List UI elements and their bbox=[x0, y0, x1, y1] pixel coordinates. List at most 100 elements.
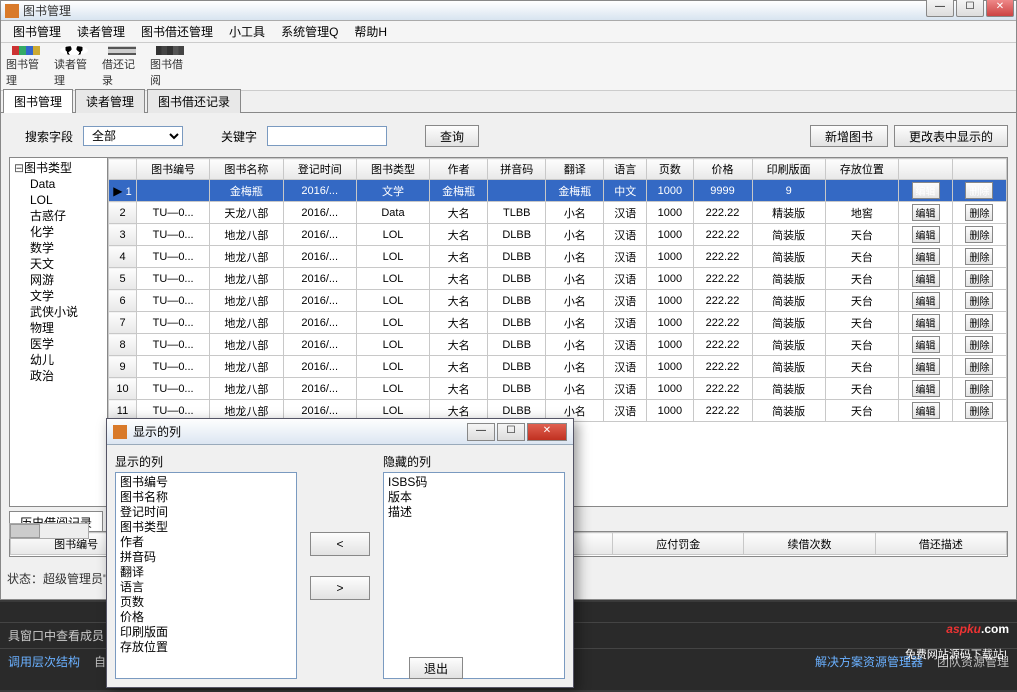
main-tab[interactable]: 图书借还记录 bbox=[147, 89, 241, 113]
edit-button[interactable]: 编辑 bbox=[912, 226, 940, 243]
menu-item[interactable]: 帮助H bbox=[346, 21, 395, 42]
delete-button[interactable]: 删除 bbox=[965, 402, 993, 419]
grid-header[interactable]: 图书编号 bbox=[137, 159, 210, 180]
tree-node[interactable]: 物理 bbox=[30, 320, 105, 336]
edit-button[interactable]: 编辑 bbox=[912, 336, 940, 353]
table-row[interactable]: ▶ 1金梅瓶2016/...文学金梅瓶金梅瓶中文100099999编辑删除 bbox=[109, 180, 1007, 202]
tree-node[interactable]: 政治 bbox=[30, 368, 105, 384]
tree-node[interactable]: 天文 bbox=[30, 256, 105, 272]
delete-button[interactable]: 删除 bbox=[965, 336, 993, 353]
delete-button[interactable]: 删除 bbox=[965, 314, 993, 331]
edit-button[interactable]: 编辑 bbox=[912, 270, 940, 287]
grid-header[interactable]: 图书类型 bbox=[356, 159, 429, 180]
table-row[interactable]: 9TU—0...地龙八部2016/...LOL大名DLBB小名汉语1000222… bbox=[109, 356, 1007, 378]
toolbar-button[interactable]: 图书管理 bbox=[5, 45, 47, 89]
list-item[interactable]: 价格 bbox=[118, 610, 294, 625]
table-row[interactable]: 7TU—0...地龙八部2016/...LOL大名DLBB小名汉语1000222… bbox=[109, 312, 1007, 334]
menu-item[interactable]: 图书管理 bbox=[5, 21, 69, 42]
minimize-button[interactable]: — bbox=[926, 0, 954, 17]
edit-button[interactable]: 编辑 bbox=[912, 380, 940, 397]
grid-header[interactable]: 作者 bbox=[430, 159, 488, 180]
list-item[interactable]: 作者 bbox=[118, 535, 294, 550]
tree-node[interactable]: 武侠小说 bbox=[30, 304, 105, 320]
tree-node[interactable]: 网游 bbox=[30, 272, 105, 288]
edit-button[interactable]: 编辑 bbox=[912, 402, 940, 419]
table-row[interactable]: 2TU—0...天龙八部2016/...Data大名TLBB小名汉语100022… bbox=[109, 202, 1007, 224]
dialog-minimize-button[interactable]: — bbox=[467, 423, 495, 441]
edit-button[interactable]: 编辑 bbox=[912, 204, 940, 221]
list-item[interactable]: 图书名称 bbox=[118, 490, 294, 505]
table-row[interactable]: 8TU—0...地龙八部2016/...LOL大名DLBB小名汉语1000222… bbox=[109, 334, 1007, 356]
grid-header[interactable]: 翻译 bbox=[546, 159, 604, 180]
history-header[interactable]: 应付罚金 bbox=[613, 533, 744, 555]
list-item[interactable]: 图书编号 bbox=[118, 475, 294, 490]
list-item[interactable]: ISBS码 bbox=[386, 475, 562, 490]
edit-button[interactable]: 编辑 bbox=[912, 358, 940, 375]
close-button[interactable]: ✕ bbox=[986, 0, 1014, 17]
grid-header[interactable]: 印刷版面 bbox=[752, 159, 825, 180]
toolbar-button[interactable]: 图书借阅 bbox=[149, 45, 191, 89]
maximize-button[interactable]: ☐ bbox=[956, 0, 984, 17]
category-tree[interactable]: ⊟图书类型 DataLOL古惑仔化学数学天文网游文学武侠小说物理医学幼儿政治 bbox=[10, 158, 108, 506]
tree-node[interactable]: 数学 bbox=[30, 240, 105, 256]
tree-node[interactable]: 文学 bbox=[30, 288, 105, 304]
list-item[interactable]: 拼音码 bbox=[118, 550, 294, 565]
table-row[interactable]: 6TU—0...地龙八部2016/...LOL大名DLBB小名汉语1000222… bbox=[109, 290, 1007, 312]
table-row[interactable]: 5TU—0...地龙八部2016/...LOL大名DLBB小名汉语1000222… bbox=[109, 268, 1007, 290]
change-columns-button[interactable]: 更改表中显示的 bbox=[894, 125, 1008, 147]
shown-columns-list[interactable]: 图书编号图书名称登记时间图书类型作者拼音码翻译语言页数价格印刷版面存放位置 bbox=[115, 472, 297, 679]
table-row[interactable]: 3TU—0...地龙八部2016/...LOL大名DLBB小名汉语1000222… bbox=[109, 224, 1007, 246]
grid-header[interactable]: 页数 bbox=[647, 159, 693, 180]
list-item[interactable]: 页数 bbox=[118, 595, 294, 610]
list-item[interactable]: 版本 bbox=[386, 490, 562, 505]
table-row[interactable]: 4TU—0...地龙八部2016/...LOL大名DLBB小名汉语1000222… bbox=[109, 246, 1007, 268]
list-item[interactable]: 翻译 bbox=[118, 565, 294, 580]
list-item[interactable]: 描述 bbox=[386, 505, 562, 520]
list-item[interactable]: 登记时间 bbox=[118, 505, 294, 520]
list-item[interactable]: 存放位置 bbox=[118, 640, 294, 655]
edit-button[interactable]: 编辑 bbox=[912, 314, 940, 331]
main-tab[interactable]: 读者管理 bbox=[75, 89, 145, 113]
history-header[interactable]: 续借次数 bbox=[744, 533, 875, 555]
query-button[interactable]: 查询 bbox=[425, 125, 479, 147]
toolbar-button[interactable]: 借还记录 bbox=[101, 45, 143, 89]
list-item[interactable]: 图书类型 bbox=[118, 520, 294, 535]
tree-node[interactable]: LOL bbox=[30, 192, 105, 208]
delete-button[interactable]: 删除 bbox=[965, 292, 993, 309]
dialog-close-button[interactable]: ✕ bbox=[527, 423, 567, 441]
grid-header[interactable]: 价格 bbox=[693, 159, 752, 180]
toolbar-button[interactable]: 读者管理 bbox=[53, 45, 95, 89]
menu-item[interactable]: 读者管理 bbox=[69, 21, 133, 42]
horizontal-scrollbar[interactable] bbox=[9, 523, 89, 539]
tree-node[interactable]: 古惑仔 bbox=[30, 208, 105, 224]
hidden-columns-list[interactable]: ISBS码版本描述 bbox=[383, 472, 565, 679]
delete-button[interactable]: 删除 bbox=[965, 204, 993, 221]
edit-button[interactable]: 编辑 bbox=[912, 292, 940, 309]
call-hierarchy-link[interactable]: 调用层次结构 bbox=[8, 653, 80, 670]
main-tab[interactable]: 图书管理 bbox=[3, 89, 73, 113]
tree-root-node[interactable]: ⊟图书类型 bbox=[14, 160, 105, 176]
keyword-input[interactable] bbox=[267, 126, 387, 146]
tree-node[interactable]: 化学 bbox=[30, 224, 105, 240]
edit-button[interactable]: 编辑 bbox=[912, 182, 940, 199]
search-field-select[interactable]: 全部 bbox=[83, 126, 183, 146]
dialog-titlebar[interactable]: 显示的列 — ☐ ✕ bbox=[107, 419, 573, 445]
menu-item[interactable]: 图书借还管理 bbox=[133, 21, 221, 42]
grid-header[interactable]: 存放位置 bbox=[825, 159, 898, 180]
menu-item[interactable]: 系统管理Q bbox=[273, 21, 346, 42]
list-item[interactable]: 语言 bbox=[118, 580, 294, 595]
history-header[interactable]: 借还描述 bbox=[875, 533, 1006, 555]
delete-button[interactable]: 删除 bbox=[965, 380, 993, 397]
delete-button[interactable]: 删除 bbox=[965, 226, 993, 243]
delete-button[interactable]: 删除 bbox=[965, 182, 993, 199]
add-book-button[interactable]: 新增图书 bbox=[810, 125, 888, 147]
tree-node[interactable]: 医学 bbox=[30, 336, 105, 352]
grid-header[interactable]: 语言 bbox=[604, 159, 647, 180]
move-left-button[interactable]: < bbox=[310, 532, 370, 556]
dialog-maximize-button[interactable]: ☐ bbox=[497, 423, 525, 441]
dialog-exit-button[interactable]: 退出 bbox=[409, 657, 463, 679]
grid-header[interactable]: 图书名称 bbox=[210, 159, 283, 180]
delete-button[interactable]: 删除 bbox=[965, 248, 993, 265]
delete-button[interactable]: 删除 bbox=[965, 270, 993, 287]
grid-header[interactable]: 拼音码 bbox=[488, 159, 546, 180]
